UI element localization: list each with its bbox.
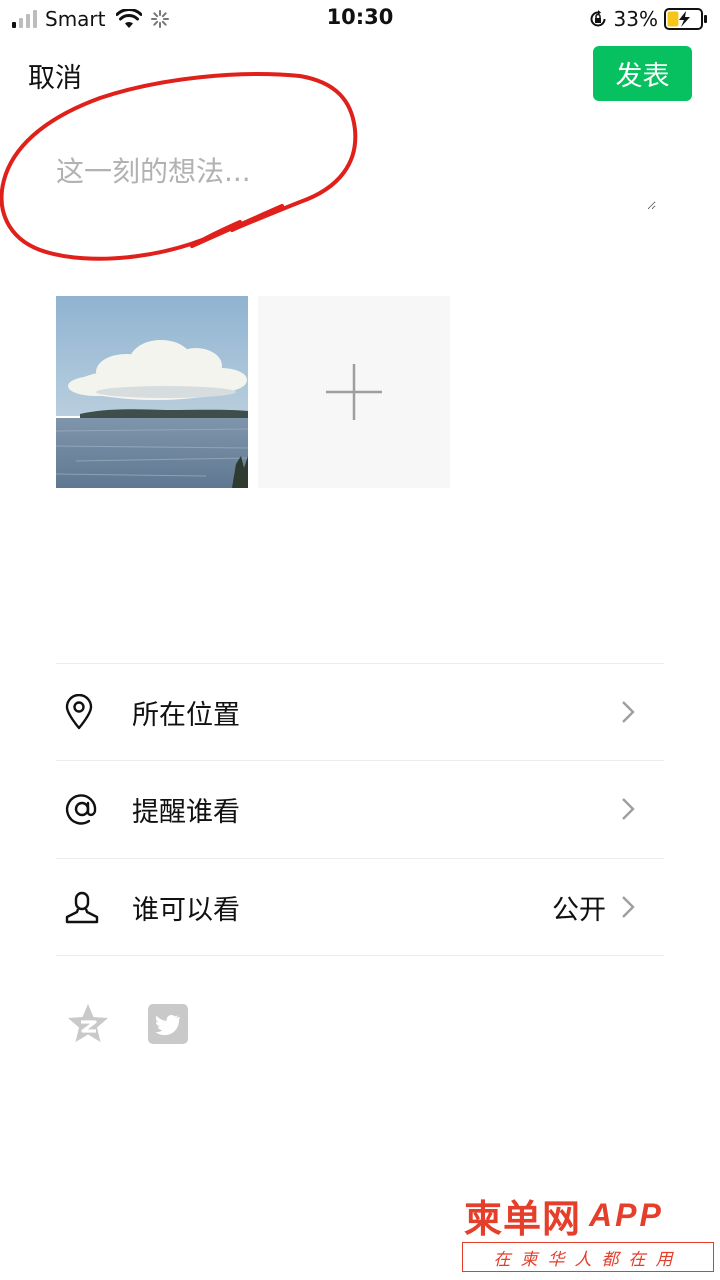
option-remind[interactable]: 提醒谁看 (56, 761, 664, 857)
chevron-right-icon (622, 798, 635, 820)
battery-percent: 33% (613, 7, 658, 31)
location-pin-icon (64, 694, 118, 730)
qzone-icon[interactable] (66, 1002, 110, 1046)
photo-thumbnail[interactable] (56, 296, 248, 488)
thought-input[interactable] (56, 150, 656, 210)
chevron-right-icon (622, 701, 635, 723)
at-sign-icon (64, 791, 118, 827)
option-label: 提醒谁看 (132, 796, 240, 828)
person-icon (64, 889, 118, 925)
watermark-title: 柬单网 APP (464, 1192, 664, 1241)
sea-cloud-photo (56, 296, 248, 488)
option-label: 谁可以看 (132, 894, 240, 926)
post-button[interactable]: 发表 (593, 46, 692, 101)
option-location[interactable]: 所在位置 (56, 664, 664, 760)
visibility-value: 公开 (552, 894, 606, 926)
watermark-app: APP (589, 1196, 664, 1233)
watermark: 柬单网 APP 在柬华人都在用 (462, 1192, 714, 1276)
watermark-logo: 柬单网 (464, 1195, 582, 1241)
status-bar: Smart 10:30 33% (0, 0, 720, 38)
plus-icon (326, 364, 382, 420)
list-divider (56, 955, 664, 956)
status-bar-right: 33% (588, 6, 708, 32)
option-label: 所在位置 (132, 699, 240, 731)
twitter-icon[interactable] (148, 1004, 188, 1044)
add-photo-button[interactable] (258, 296, 450, 488)
rotation-lock-icon (590, 10, 606, 27)
chevron-right-icon (622, 896, 635, 918)
cancel-button[interactable]: 取消 (28, 56, 82, 95)
option-visibility[interactable]: 谁可以看 公开 (56, 859, 664, 955)
battery-charging-icon (664, 8, 707, 30)
watermark-slogan: 在柬华人都在用 (462, 1242, 714, 1272)
